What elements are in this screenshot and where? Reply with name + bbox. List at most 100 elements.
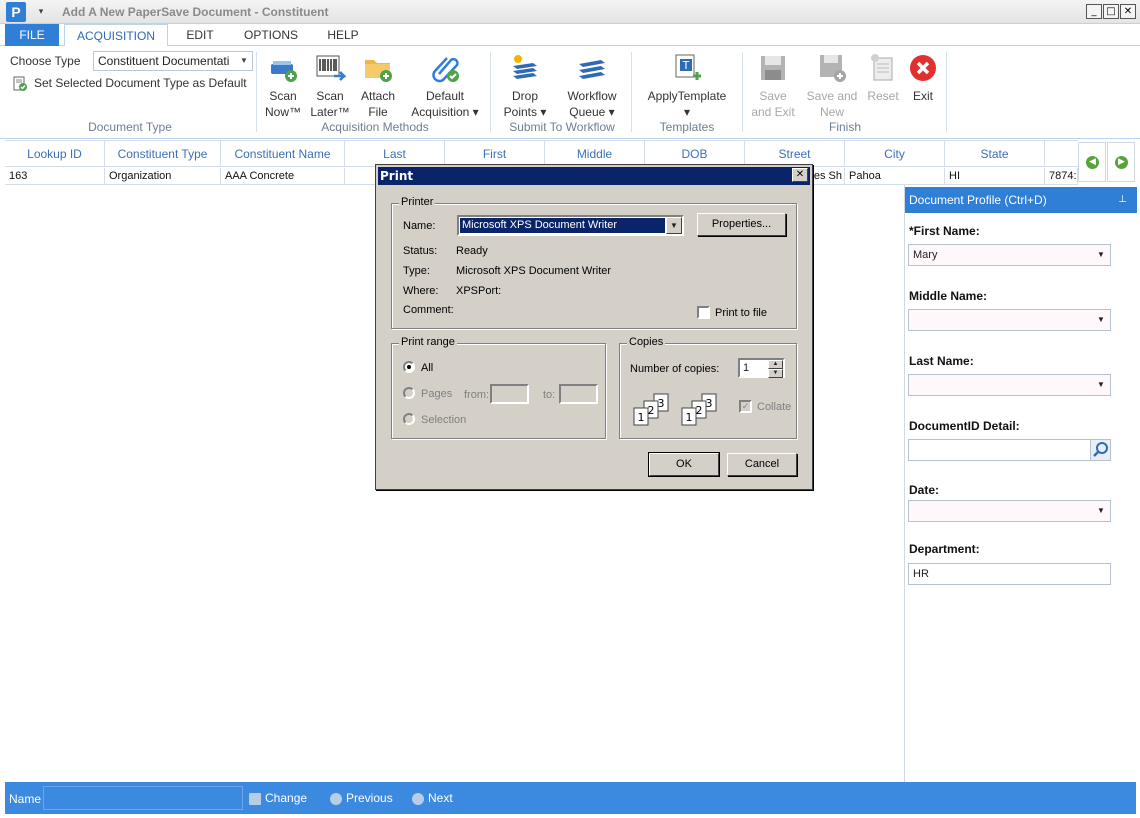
svg-text:3: 3 (658, 397, 665, 410)
app-logo-icon[interactable]: P (6, 2, 26, 22)
chevron-down-icon[interactable]: ▼ (666, 217, 682, 234)
close-dialog-button[interactable]: ✕ (792, 168, 808, 182)
copies-up-button[interactable]: ▲ (768, 360, 783, 369)
scroll-right-button[interactable]: ▶ (1107, 142, 1135, 182)
printer-name-select[interactable]: Microsoft XPS Document Writer ▼ (457, 215, 684, 236)
menu-bar: FILE ACQUISITION EDIT OPTIONS HELP (0, 24, 1140, 47)
svg-text:2: 2 (648, 404, 655, 417)
middle-name-field[interactable]: ▼ (908, 309, 1111, 331)
svg-text:2: 2 (696, 404, 703, 417)
column-header-lookup-id[interactable]: Lookup ID (5, 141, 105, 167)
drop-points-button[interactable]: Drop Points ▾ (502, 52, 548, 120)
scan-now-button[interactable]: Scan Now™ (262, 52, 304, 120)
ribbon-separator (256, 52, 257, 132)
chevron-down-icon[interactable]: ▼ (1092, 501, 1110, 521)
save-and-new-button[interactable]: Save and New (804, 52, 860, 120)
tab-file[interactable]: FILE (5, 24, 59, 46)
change-label: Change (265, 791, 308, 805)
apply-template-label-2: ▾ (683, 105, 691, 119)
from-label: from: (464, 389, 490, 401)
copies-down-button[interactable]: ▼ (768, 369, 783, 378)
maximize-button[interactable]: □ (1103, 4, 1119, 19)
print-to-file-checkbox[interactable] (697, 306, 710, 319)
tab-help[interactable]: HELP (318, 24, 368, 46)
scroll-left-button[interactable]: ◀ (1078, 142, 1106, 182)
cell-state: HI (945, 168, 1045, 185)
department-field[interactable]: HR (908, 563, 1111, 585)
selection-label: Selection (421, 414, 467, 426)
name-field[interactable] (43, 786, 243, 810)
previous-button[interactable]: Previous (330, 791, 393, 805)
minimize-button[interactable]: _ (1086, 4, 1102, 19)
tab-acquisition[interactable]: ACQUISITION (64, 24, 168, 47)
last-name-field[interactable]: ▼ (908, 374, 1111, 396)
change-button[interactable]: Change (249, 791, 307, 805)
all-label: All (421, 362, 434, 374)
next-button[interactable]: Next (412, 791, 453, 805)
group-label-submit-to-workflow: Submit To Workflow (509, 120, 615, 134)
ok-button[interactable]: OK (648, 452, 720, 477)
chevron-down-icon[interactable]: ▼ (1092, 375, 1110, 395)
choose-type-select[interactable]: Constituent Documentati ▼ (93, 51, 253, 71)
exit-button[interactable]: Exit (904, 52, 942, 104)
column-header-city[interactable]: City (845, 141, 945, 167)
collate-pages-icon: 3 2 1 (681, 393, 717, 426)
save-icon (761, 56, 785, 80)
document-profile-header: Document Profile (Ctrl+D) ⊥ (905, 187, 1137, 213)
last-name-label: Last Name: (909, 354, 974, 368)
pages-radio[interactable] (403, 387, 415, 399)
where-label: Where: (403, 285, 439, 297)
close-window-button[interactable]: ✕ (1120, 4, 1136, 19)
next-icon (412, 792, 424, 805)
arrow-left-icon: ◀ (1086, 156, 1099, 169)
copies-legend: Copies (627, 336, 666, 348)
first-name-field[interactable]: Mary ▼ (908, 244, 1111, 266)
all-radio[interactable] (403, 361, 415, 373)
cancel-button[interactable]: Cancel (727, 453, 797, 476)
default-acquisition-label-1: Default (425, 89, 465, 103)
from-input[interactable] (490, 384, 529, 404)
group-label-document-type: Document Type (88, 120, 172, 134)
save-and-new-label-2: New (819, 105, 844, 119)
column-header-constituent-name[interactable]: Constituent Name (221, 141, 345, 167)
chevron-down-icon[interactable]: ▼ (1092, 310, 1110, 330)
tab-options[interactable]: OPTIONS (238, 24, 304, 46)
save-and-exit-button[interactable]: Save and Exit (750, 52, 796, 120)
pages-label: Pages (421, 388, 453, 400)
grid-header: Lookup ID Constituent Type Constituent N… (5, 140, 1078, 167)
number-of-copies-value: 1 (743, 362, 750, 374)
chevron-down-icon: ▼ (240, 56, 248, 65)
column-header-state[interactable]: State (945, 141, 1045, 167)
choose-type-value: Constituent Documentati (98, 54, 230, 68)
search-button[interactable] (1090, 440, 1110, 460)
column-header-constituent-type[interactable]: Constituent Type (105, 141, 221, 167)
pin-icon[interactable]: ⊥ (1118, 187, 1127, 213)
printer-legend: Printer (399, 196, 436, 208)
ribbon-separator (490, 52, 491, 132)
status-value: Ready (456, 245, 488, 257)
template-icon: T (675, 54, 701, 80)
scan-later-label-2: Later™ (310, 105, 350, 119)
to-input[interactable] (559, 384, 598, 404)
scan-later-button[interactable]: Scan Later™ (310, 52, 350, 120)
cell-zip: 7874: (1045, 168, 1078, 185)
print-to-file-label: Print to file (715, 307, 767, 319)
workflow-queue-button[interactable]: Workflow Queue ▾ (562, 52, 622, 120)
tab-edit[interactable]: EDIT (174, 24, 226, 46)
date-field[interactable]: ▼ (908, 500, 1111, 522)
document-id-field[interactable] (908, 439, 1111, 461)
attach-file-button[interactable]: Attach File (356, 52, 400, 120)
reset-button[interactable]: Reset (864, 52, 902, 104)
default-acquisition-button[interactable]: Default Acquisition ▾ (408, 52, 482, 120)
quick-access-dropdown-icon[interactable]: ▾ (34, 4, 48, 18)
apply-template-button[interactable]: T ApplyTemplate ▾ (644, 52, 730, 120)
save-and-exit-label-1: Save (759, 89, 787, 103)
set-default-type-button[interactable]: Set Selected Document Type as Default (12, 76, 247, 92)
chevron-down-icon[interactable]: ▼ (1092, 245, 1110, 265)
properties-button[interactable]: Properties... (697, 213, 786, 236)
selection-radio[interactable] (403, 413, 415, 425)
barcode-icon (316, 55, 346, 81)
collate-checkbox[interactable]: ✓ (739, 400, 752, 413)
choose-type-label: Choose Type (10, 54, 81, 68)
first-name-label: *First Name: (909, 224, 980, 238)
